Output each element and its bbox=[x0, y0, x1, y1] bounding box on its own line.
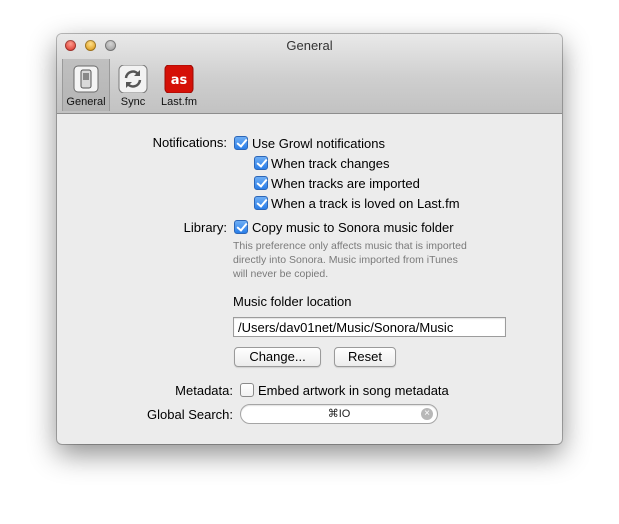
preferences-window: General General Sync as Last.fm Notifica… bbox=[57, 34, 562, 444]
global-search-shortcut-value: ⌘IO bbox=[327, 408, 351, 420]
metadata-label: Metadata: bbox=[175, 383, 233, 398]
toolbar-item-label: General bbox=[66, 96, 106, 108]
embed-artwork-checkbox[interactable] bbox=[240, 383, 254, 397]
global-search-shortcut-field[interactable]: ⌘IO × bbox=[240, 404, 438, 424]
general-switch-icon bbox=[71, 65, 101, 93]
sync-icon bbox=[118, 64, 148, 94]
clear-icon[interactable]: × bbox=[421, 408, 433, 420]
toolbar: General General Sync as Last.fm bbox=[57, 34, 562, 114]
library-label: Library: bbox=[183, 220, 227, 235]
notifications-label: Notifications: bbox=[152, 135, 227, 150]
copy-music-label: Copy music to Sonora music folder bbox=[252, 220, 454, 235]
change-button[interactable]: Change... bbox=[234, 347, 321, 367]
toolbar-item-label: Last.fm bbox=[160, 96, 198, 108]
track-loved-label: When a track is loved on Last.fm bbox=[271, 196, 460, 211]
svg-text:as: as bbox=[171, 73, 188, 88]
use-growl-checkbox[interactable] bbox=[234, 136, 248, 150]
window-title: General bbox=[286, 38, 333, 53]
library-note-line: directly into Sonora. Music imported fro… bbox=[233, 254, 458, 266]
toolbar-item-sync[interactable]: Sync bbox=[112, 59, 154, 111]
tracks-imported-label: When tracks are imported bbox=[271, 176, 420, 191]
music-folder-path-field[interactable]: /Users/dav01net/Music/Sonora/Music bbox=[233, 317, 506, 337]
toolbar-item-label: Sync bbox=[120, 96, 146, 108]
library-note-line: This preference only affects music that … bbox=[233, 240, 467, 252]
track-loved-checkbox[interactable] bbox=[254, 196, 268, 210]
global-search-label: Global Search: bbox=[147, 407, 233, 422]
track-changes-checkbox[interactable] bbox=[254, 156, 268, 170]
lastfm-icon: as bbox=[164, 64, 194, 94]
tracks-imported-checkbox[interactable] bbox=[254, 176, 268, 190]
library-note: This preference only affects music that … bbox=[233, 239, 523, 281]
reset-button[interactable]: Reset bbox=[334, 347, 396, 367]
copy-music-checkbox[interactable] bbox=[234, 220, 248, 234]
use-growl-label: Use Growl notifications bbox=[252, 136, 385, 151]
library-note-line: will never be copied. bbox=[233, 268, 329, 280]
toolbar-item-general[interactable]: General bbox=[62, 59, 110, 111]
track-changes-label: When track changes bbox=[271, 156, 390, 171]
toolbar-item-lastfm[interactable]: as Last.fm bbox=[156, 59, 202, 111]
embed-artwork-label: Embed artwork in song metadata bbox=[258, 383, 449, 398]
music-folder-location-label: Music folder location bbox=[233, 294, 352, 309]
